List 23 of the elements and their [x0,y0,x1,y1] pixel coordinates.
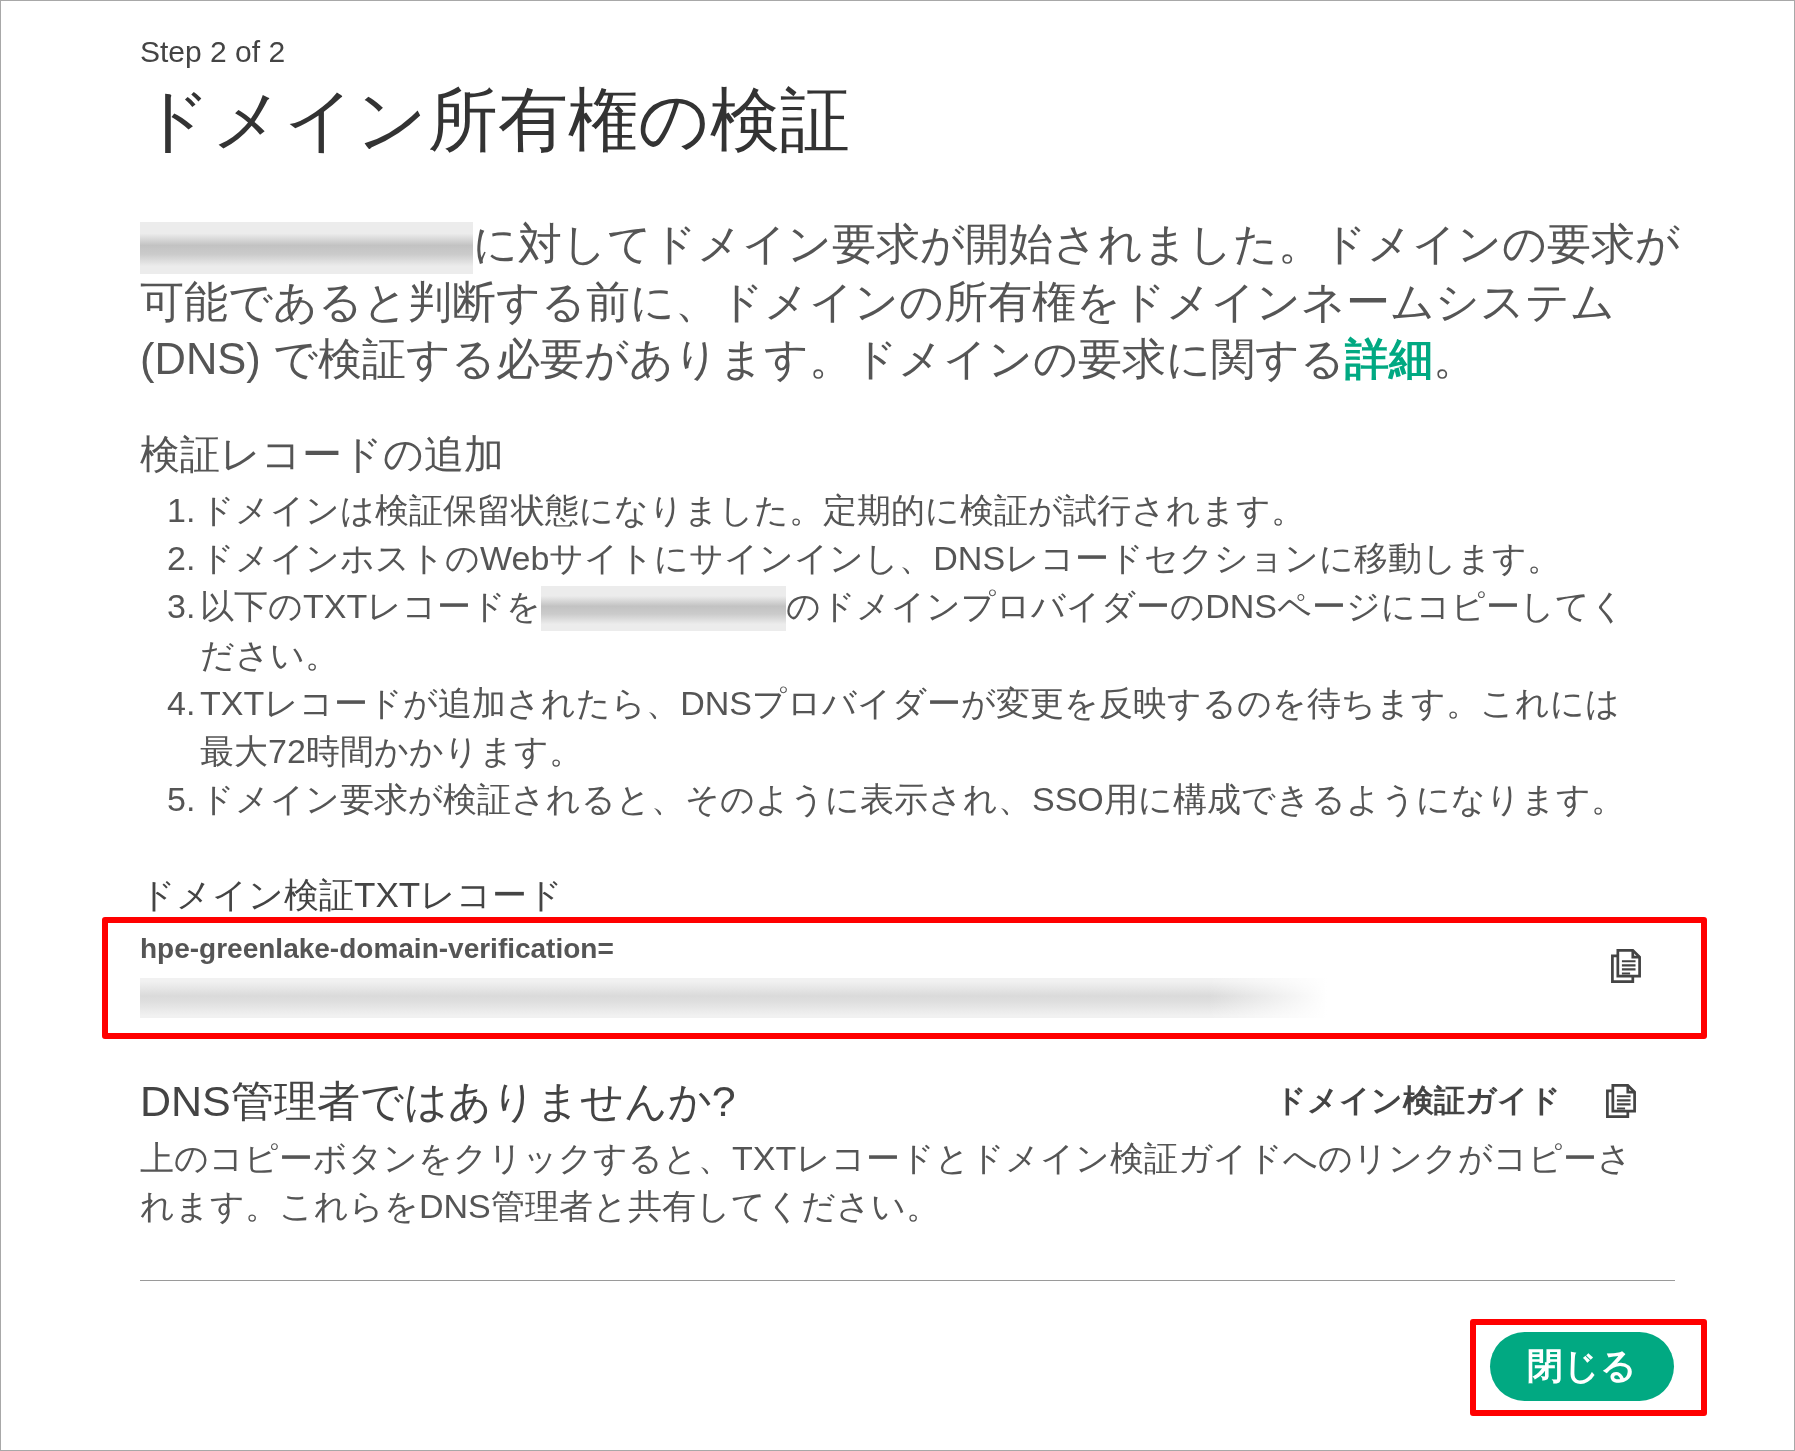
step-indicator: Step 2 of 2 [140,34,286,70]
step-number: 3. [167,585,197,627]
step-text: TXTレコードが追加されたら、DNSプロバイダーが変更を反映するのを待ちます。これには最大72時間かかります。 [200,683,1621,773]
step-text: ドメインホストのWebサイトにサインインし、DNSレコードセクションに移動します。 [200,537,1563,579]
copy-guide-button[interactable]: ドメイン検証ガイド [1275,1081,1637,1122]
txt-record-value: hpe-greenlake-domain-verification= [140,925,1610,1020]
step-text: 以下のTXTレコードを のドメインプロバイダーのDNSページにコピーしてください。 [200,585,1626,677]
close-button[interactable]: 閉じる [1490,1332,1674,1402]
step-text: ドメイン要求が検証されると、そのように表示され、SSO用に構成できるようになります。 [200,779,1626,821]
help-text: 上のコピーボタンをクリックすると、TXTレコードとドメイン検証ガイドへのリンクがコピーされます。これらをDNS管理者と共有してください。 [140,1138,1634,1228]
step-number: 2. [167,537,197,579]
dialog-title: ドメイン所有権の検証 [140,80,850,161]
step-number: 1. [167,489,197,531]
record-label: ドメイン検証TXTレコード [140,874,564,917]
intro-text: に対してドメイン要求が開始されました。ドメインの要求が可能であると判断する前に、ドメインの所有権をドメインネームシステム (DNS) で検証する必要があります。ドメインの要求に関する詳細。 [140,219,1681,385]
step-number: 4. [167,683,197,725]
question-heading: DNS管理者ではありませんか? [140,1076,736,1128]
step-number: 5. [167,779,197,821]
step-text: ドメインは検証保留状態になりました。定期的に検証が試行されます。 [200,489,1306,531]
copy-icon[interactable] [1610,949,1642,984]
copy-icon [1605,1084,1637,1119]
details-link[interactable]: 詳細 [1344,334,1433,383]
section-heading: 検証レコードの追加 [140,430,504,478]
